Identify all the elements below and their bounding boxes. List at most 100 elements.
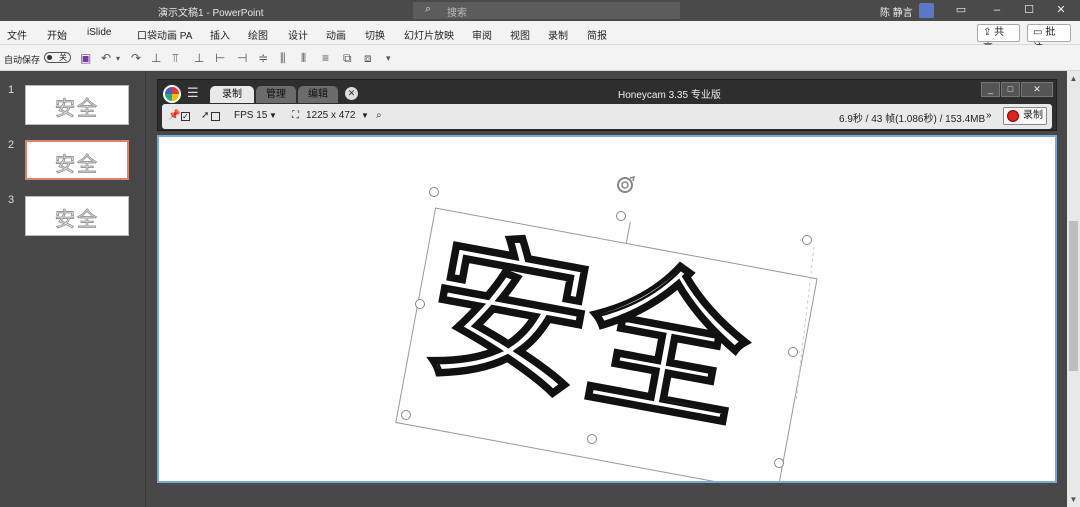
resize-handle-top[interactable] — [616, 211, 626, 221]
ungroup-icon[interactable]: ⧈ — [364, 51, 372, 66]
menu-design[interactable]: 设计 — [288, 27, 308, 42]
tab-edit[interactable]: 编辑 — [298, 86, 338, 103]
honeycam-title: Honeycam 3.35 专业版 — [618, 90, 721, 101]
slide-title-text[interactable]: 安全 — [413, 209, 765, 454]
align-icon-1[interactable]: ⊥ — [151, 51, 161, 65]
menu-file[interactable]: 文件 — [7, 27, 27, 42]
scroll-up-icon[interactable]: ▲ — [1069, 74, 1078, 83]
menu-transitions[interactable]: 切换 — [365, 27, 385, 42]
search-icon: ⌕ — [425, 3, 432, 15]
cursor-checkbox[interactable] — [211, 112, 220, 121]
zoom-icon[interactable]: ⌕ — [376, 110, 382, 121]
menu-review[interactable]: 审阅 — [472, 27, 492, 42]
honeycam-window: ☰ 录制 管理 编辑 ✕ Honeycam 3.35 专业版 _ □ ✕ 📌 ✓… — [157, 79, 1057, 131]
menu-islide[interactable]: iSlide — [87, 27, 111, 38]
honeycam-close-button[interactable]: ✕ — [1021, 82, 1053, 97]
search-box[interactable]: ⌕ 搜索 — [413, 2, 680, 19]
autosave-toggle[interactable]: 关 — [44, 52, 71, 63]
align-icon-6[interactable]: ≑ — [258, 51, 268, 65]
save-icon[interactable]: ▣ — [80, 51, 91, 65]
thumbnail-text-1: 安全 — [55, 96, 99, 121]
resize-handle-top-right[interactable] — [802, 235, 812, 245]
record-button-label: 录制 — [1023, 110, 1043, 121]
cursor-icon[interactable]: ➚ — [201, 110, 209, 121]
thumbnail-text-2: 安全 — [55, 152, 99, 177]
search-placeholder: 搜索 — [447, 8, 467, 19]
region-size-selector[interactable]: 1225 x 472 — [306, 110, 356, 121]
distribute-icon-1[interactable]: ⫼ — [280, 51, 286, 66]
tab-record[interactable]: 录制 — [210, 86, 254, 103]
tab-close-icon[interactable]: ✕ — [345, 87, 358, 100]
autosave-label: 自动保存 — [4, 55, 41, 65]
rotate-handle-icon[interactable] — [617, 175, 636, 193]
scrollbar-thumb[interactable] — [1069, 221, 1078, 371]
honeycam-minimize-button[interactable]: _ — [981, 82, 1000, 97]
recording-stats: 6.9秒 / 43 帧(1.086秒) / 153.4MB — [839, 114, 986, 125]
distribute-icon-3[interactable]: ≡ — [322, 51, 329, 65]
thumbnail-number-1: 1 — [8, 84, 15, 96]
thumbnail-text-3: 安全 — [55, 207, 99, 232]
menu-insert[interactable]: 插入 — [210, 27, 230, 42]
comment-icon: ▭ — [1033, 27, 1043, 38]
scroll-down-icon[interactable]: ▼ — [1069, 495, 1078, 504]
ribbon-display-icon[interactable]: ▭ — [946, 1, 976, 20]
user-name[interactable]: 陈 静言 — [880, 4, 913, 19]
restore-button[interactable]: ☐ — [1014, 1, 1044, 20]
undo-icon[interactable]: ↶ — [101, 51, 111, 65]
current-slide[interactable]: 安全 — [157, 135, 1057, 483]
hamburger-menu-icon[interactable]: ☰ — [187, 85, 199, 101]
size-dropdown-icon[interactable]: ▼ — [361, 111, 369, 120]
menu-draw[interactable]: 绘图 — [248, 27, 268, 42]
distribute-icon-2[interactable]: ⫴ — [301, 51, 306, 66]
slide-canvas: 安全 — [395, 175, 818, 481]
customize-toolbar-icon[interactable]: ▾ — [386, 53, 391, 64]
menu-animations[interactable]: 动画 — [326, 27, 346, 42]
tab-manage[interactable]: 管理 — [256, 86, 296, 103]
menu-pocket-animation[interactable]: 口袋动画 PA — [137, 27, 192, 42]
slide-thumbnail-3[interactable]: 安全 — [25, 196, 129, 236]
honeycam-toolbar: 📌 ✓ ➚ FPS 15 ▼ ⛶ 1225 x 472 ▼ ⌕ 6.9秒 / 4… — [162, 104, 1052, 129]
align-icon-5[interactable]: ⊣ — [237, 51, 247, 65]
pin-checkbox[interactable]: ✓ — [181, 112, 190, 121]
group-icon[interactable]: ⧉ — [343, 51, 352, 66]
close-button[interactable]: ✕ — [1046, 1, 1076, 20]
record-button[interactable]: 录制 — [1003, 107, 1047, 125]
pin-icon[interactable]: 📌 — [168, 110, 180, 121]
minimize-button[interactable]: – — [982, 1, 1012, 20]
menu-record[interactable]: 录制 — [548, 27, 568, 42]
align-icon-3[interactable]: ⊥ — [194, 51, 204, 65]
record-dot-icon — [1007, 110, 1019, 122]
align-icon-2[interactable]: ⫪ — [172, 51, 179, 66]
expand-icon[interactable]: » — [986, 110, 992, 121]
redo-icon[interactable]: ↷ — [131, 51, 141, 65]
undo-dropdown-icon[interactable]: ▾ — [116, 54, 120, 63]
user-avatar-icon[interactable] — [919, 3, 934, 18]
menu-briefing[interactable]: 简报 — [587, 27, 607, 42]
vertical-scrollbar[interactable]: ▲ ▼ — [1067, 71, 1080, 507]
resize-handle-left[interactable] — [415, 299, 425, 309]
title-bar: 演示文稿1 - PowerPoint ⌕ 搜索 陈 静言 ▭ – ☐ ✕ — [0, 0, 1080, 21]
comments-button[interactable]: ▭ 批注 — [1027, 24, 1071, 54]
share-icon: ⇪ — [983, 27, 992, 38]
region-size-icon: ⛶ — [292, 110, 299, 121]
share-button[interactable]: ⇪ 共享 — [977, 24, 1020, 54]
thumbnail-number-3: 3 — [8, 194, 15, 206]
resize-handle-bottom-left[interactable] — [401, 410, 411, 420]
fps-dropdown-icon[interactable]: ▼ — [269, 111, 277, 120]
slide-thumbnail-2[interactable]: 安全 — [25, 140, 129, 180]
resize-handle-bottom-right[interactable] — [774, 458, 784, 468]
resize-handle-top-left[interactable] — [429, 187, 439, 197]
resize-handle-right[interactable] — [788, 347, 798, 357]
align-icon-4[interactable]: ⊢ — [215, 51, 225, 65]
fps-selector[interactable]: FPS 15 — [234, 110, 267, 121]
menu-slideshow[interactable]: 幻灯片放映 — [404, 27, 454, 42]
honeycam-maximize-button[interactable]: □ — [1001, 82, 1020, 97]
quick-access-toolbar: 自动保存 关 ▣ ↶ ▾ ↷ ⊥ ⫪ ⊥ ⊢ ⊣ ≑ ⫼ ⫴ ≡ ⧉ ⧈ ▾ — [0, 45, 1080, 71]
menu-view[interactable]: 视图 — [510, 27, 530, 42]
document-title: 演示文稿1 - PowerPoint — [158, 8, 264, 19]
slide-thumbnail-pane: 1 安全 2 安全 3 安全 — [0, 71, 146, 507]
slide-thumbnail-1[interactable]: 安全 — [25, 85, 129, 125]
honeycam-logo-icon — [163, 85, 181, 103]
resize-handle-bottom[interactable] — [587, 434, 597, 444]
menu-home[interactable]: 开始 — [47, 27, 67, 42]
